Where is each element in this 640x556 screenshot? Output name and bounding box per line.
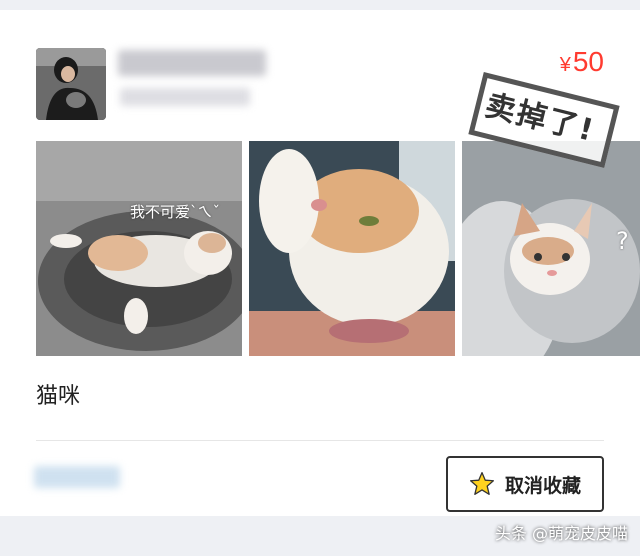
seller-avatar[interactable]: [36, 48, 106, 120]
price-value: 50: [572, 46, 604, 77]
watermark: 头条 @萌宠皮皮喵: [494, 524, 628, 543]
listing-title: 猫咪: [36, 384, 81, 409]
seller-info-blurred: [120, 88, 250, 106]
divider: [36, 440, 604, 441]
avatar-image: [36, 48, 106, 120]
unfavorite-label: 取消收藏: [504, 474, 581, 497]
star-icon: [469, 471, 495, 495]
kitten-in-blanket-image: [462, 141, 640, 356]
kitten-closeup-image: [249, 141, 455, 356]
price: ¥50: [560, 46, 604, 78]
photo-question-mark: ?: [616, 227, 629, 255]
photo-caption: 我不可爱`ㄟˇ: [130, 203, 221, 221]
listing-photo-1[interactable]: 我不可爱`ㄟˇ: [36, 141, 242, 356]
unfavorite-button[interactable]: 取消收藏: [446, 456, 604, 512]
listing-meta-blurred: [34, 466, 120, 488]
price-symbol: ¥: [559, 54, 571, 76]
listing-card[interactable]: ¥50 我不可爱`ㄟˇ ? 卖掉了! 猫咪 取消收藏: [0, 10, 640, 516]
kitten-on-bed-image: [36, 141, 242, 356]
seller-name-blurred: [118, 50, 266, 76]
listing-photo-2[interactable]: [249, 141, 455, 356]
listing-photo-3[interactable]: ?: [462, 141, 640, 356]
